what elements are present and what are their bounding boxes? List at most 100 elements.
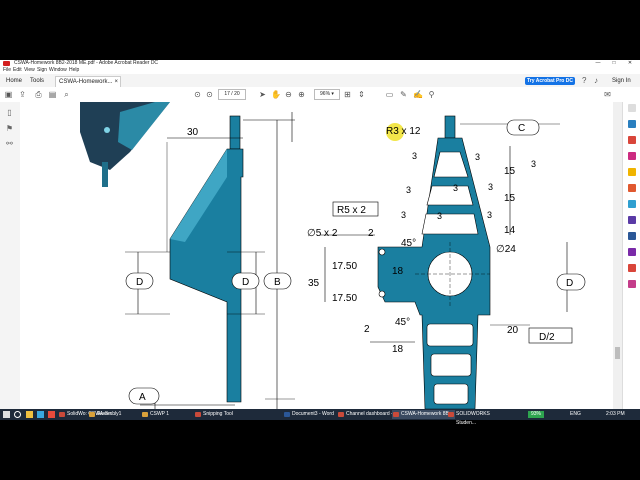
zoom-select[interactable]: 96% ▾ xyxy=(314,89,340,100)
try-acrobat-pro-button[interactable]: Try Acrobat Pro DC xyxy=(525,77,575,85)
part-icon xyxy=(142,412,148,417)
maximize-button[interactable]: □ xyxy=(606,60,622,67)
tab-document-label: CSWA-Homework... xyxy=(59,79,113,85)
dim-dia24: ∅24 xyxy=(496,244,516,255)
windows-start-icon[interactable] xyxy=(3,411,10,418)
dim-45-top: 45° xyxy=(401,238,416,249)
battery-indicator[interactable]: 93% xyxy=(528,411,544,418)
page-down-icon[interactable]: ⊙ xyxy=(205,90,214,99)
acrobat-icon xyxy=(393,412,399,417)
dim-17-50-top: 17.50 xyxy=(332,261,357,272)
task-snipping-tool[interactable]: Snipping Tool xyxy=(194,410,253,419)
windows-taskbar: SolidWo: CSWA-Se... Assembly1 CSWP 1 Sni… xyxy=(0,409,640,426)
combine-files-icon[interactable] xyxy=(628,264,636,272)
collapse-panel-icon[interactable] xyxy=(628,104,636,112)
page-number-box[interactable]: 17 / 20 xyxy=(218,89,246,100)
organize-pages-icon[interactable] xyxy=(628,184,636,192)
dim-r5x2: R5 x 2 xyxy=(337,205,366,216)
task-label: Snipping Tool xyxy=(203,411,233,417)
attachment-icon[interactable]: ⚯ xyxy=(5,139,14,148)
search-icon[interactable]: ⌕ xyxy=(62,90,71,99)
edge-icon[interactable] xyxy=(37,411,44,418)
zoom-in-icon[interactable]: ⊕ xyxy=(297,90,306,99)
tab-document[interactable]: CSWA-Homework... × xyxy=(55,76,121,87)
stamp-icon[interactable]: ⚲ xyxy=(427,90,436,99)
dim-3: 3 xyxy=(487,210,492,220)
task-channel-dashboard[interactable]: Channel dashboard -... xyxy=(337,410,400,419)
left-navigation-panel: ▯ ⚑ ⚯ xyxy=(0,102,21,409)
document-view[interactable]: 30 D D B A R3 x 12 C 3 3 3 3 3 3 3 3 3 1… xyxy=(20,102,613,409)
menu-file[interactable]: File xyxy=(3,67,11,74)
tab-home[interactable]: Home xyxy=(3,76,25,86)
chrome-icon[interactable] xyxy=(48,411,55,418)
stamp-tool-icon[interactable] xyxy=(628,280,636,288)
dim-d-mid: D xyxy=(242,277,249,288)
comment-tool-icon[interactable] xyxy=(628,168,636,176)
engineering-drawing: 30 D D B A R3 x 12 C 3 3 3 3 3 3 3 3 3 1… xyxy=(80,102,586,409)
taskbar-clock[interactable]: 2:03 PM xyxy=(606,409,625,420)
close-button[interactable]: ✕ xyxy=(622,60,638,67)
help-icon[interactable]: ? xyxy=(582,77,586,85)
task-cswp1[interactable]: CSWP 1 xyxy=(141,410,202,419)
page-thumbnails-icon[interactable]: ▯ xyxy=(5,108,14,117)
menu-view[interactable]: View xyxy=(24,67,35,74)
task-label: Assembly1 xyxy=(97,411,122,417)
bell-icon[interactable]: ♪ xyxy=(594,77,598,85)
select-tool-icon[interactable]: ➤ xyxy=(258,90,267,99)
solidworks-icon xyxy=(59,412,65,417)
menu-window[interactable]: Window xyxy=(49,67,67,74)
dim-d-right: D xyxy=(566,278,573,289)
send-comments-icon[interactable] xyxy=(628,216,636,224)
create-pdf-icon[interactable] xyxy=(628,152,636,160)
vertical-scrollbar[interactable] xyxy=(613,102,622,409)
edit-pdf-icon[interactable] xyxy=(628,120,636,128)
fill-sign-icon[interactable] xyxy=(628,200,636,208)
sign-in-link[interactable]: Sign In xyxy=(612,76,631,86)
scrollbar-thumb[interactable] xyxy=(615,347,620,359)
search-taskbar-icon[interactable] xyxy=(14,411,21,418)
menu-edit[interactable]: Edit xyxy=(13,67,22,74)
chrome-tab-icon xyxy=(338,412,344,417)
zoom-out-icon[interactable]: ⊖ xyxy=(284,90,293,99)
dim-15-b: 15 xyxy=(504,193,516,204)
dim-3: 3 xyxy=(412,151,417,161)
dim-a: A xyxy=(139,392,146,403)
fit-page-icon[interactable]: ⊞ xyxy=(343,90,352,99)
print-icon[interactable]: ⎙ xyxy=(34,90,43,99)
share-icon[interactable]: ✉ xyxy=(603,90,612,99)
dim-3: 3 xyxy=(531,159,536,169)
file-explorer-icon[interactable] xyxy=(26,411,33,418)
scroll-mode-icon[interactable]: ⇕ xyxy=(357,90,366,99)
more-tools-icon[interactable] xyxy=(628,248,636,256)
zoom-value: 96% xyxy=(320,91,331,97)
task-solidworks-student[interactable]: SOLIDWORKS Studen... xyxy=(447,410,510,426)
language-indicator[interactable]: ENG xyxy=(570,409,581,420)
menu-help[interactable]: Help xyxy=(69,67,79,74)
dim-20: 20 xyxy=(507,325,519,336)
save-icon[interactable]: ▣ xyxy=(4,90,13,99)
task-acrobat-cswa[interactable]: CSWA-Homework 8B... xyxy=(392,410,455,419)
hand-tool-icon[interactable]: ✋ xyxy=(271,90,281,99)
upload-icon[interactable]: ⇪ xyxy=(18,90,27,99)
protect-icon[interactable] xyxy=(628,232,636,240)
comment-icon[interactable]: ▭ xyxy=(385,90,394,99)
task-assembly1[interactable]: Assembly1 xyxy=(88,410,149,419)
side-view: 30 D D B A xyxy=(125,112,295,409)
minimize-button[interactable]: — xyxy=(590,60,606,67)
dim-r3x12: R3 x 12 xyxy=(386,126,421,137)
highlight-icon[interactable]: ✎ xyxy=(399,90,408,99)
bookmark-icon[interactable]: ⚑ xyxy=(5,124,14,133)
sign-icon[interactable]: ✍ xyxy=(413,90,423,99)
print2-icon[interactable]: ▤ xyxy=(48,90,57,99)
dim-35: 35 xyxy=(308,278,320,289)
menu-sign[interactable]: Sign xyxy=(37,67,47,74)
page-up-icon[interactable]: ⊙ xyxy=(193,90,202,99)
menu-bar: File Edit View Sign Window Help xyxy=(0,67,640,74)
dim-17-50-bottom: 17.50 xyxy=(332,293,357,304)
tab-close-icon[interactable]: × xyxy=(114,77,118,87)
dim-dia5x2: ∅5 x 2 xyxy=(307,228,338,239)
export-pdf-icon[interactable] xyxy=(628,136,636,144)
task-word-document[interactable]: Document3 - Word xyxy=(283,410,344,419)
window-titlebar: CSWA-Homework 8B2-2018 ME.pdf - Adobe Ac… xyxy=(0,60,640,67)
tab-tools[interactable]: Tools xyxy=(27,76,47,86)
